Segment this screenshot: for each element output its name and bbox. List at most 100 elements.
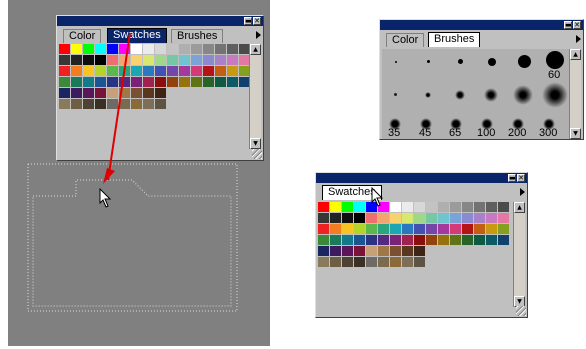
color-swatch[interactable] bbox=[414, 246, 426, 257]
brush-hard-9[interactable] bbox=[488, 58, 496, 66]
color-swatch[interactable] bbox=[342, 213, 354, 224]
color-swatch[interactable] bbox=[378, 235, 390, 246]
color-swatch[interactable] bbox=[354, 257, 366, 268]
color-swatch[interactable] bbox=[450, 235, 462, 246]
color-swatch[interactable] bbox=[426, 213, 438, 224]
color-swatch[interactable] bbox=[450, 213, 462, 224]
resize-grip-icon[interactable] bbox=[516, 306, 526, 316]
color-swatch[interactable] bbox=[354, 224, 366, 235]
brush-hard-3[interactable] bbox=[427, 60, 430, 63]
color-swatch[interactable] bbox=[318, 213, 330, 224]
brush-soft-1[interactable] bbox=[394, 93, 397, 96]
color-swatch[interactable] bbox=[354, 202, 366, 213]
minimize-button[interactable]: ▬ bbox=[508, 174, 516, 182]
brush-soft-13[interactable] bbox=[484, 88, 498, 102]
color-swatch[interactable] bbox=[378, 213, 390, 224]
color-swatch[interactable] bbox=[498, 224, 510, 235]
color-swatch[interactable] bbox=[402, 202, 414, 213]
vertical-scrollbar[interactable]: ▲ ▼ bbox=[569, 49, 581, 139]
brush-soft-9[interactable] bbox=[455, 90, 465, 100]
color-swatch[interactable] bbox=[318, 224, 330, 235]
brush-hard-1[interactable] bbox=[395, 61, 397, 63]
color-swatch[interactable] bbox=[390, 246, 402, 257]
color-swatch[interactable] bbox=[486, 224, 498, 235]
color-swatch[interactable] bbox=[342, 235, 354, 246]
color-swatch[interactable] bbox=[366, 235, 378, 246]
color-swatch[interactable] bbox=[378, 224, 390, 235]
palette-menu-arrow-icon[interactable] bbox=[520, 188, 525, 196]
color-swatch[interactable] bbox=[342, 224, 354, 235]
color-swatch[interactable] bbox=[414, 202, 426, 213]
color-swatch[interactable] bbox=[318, 202, 330, 213]
color-swatch[interactable] bbox=[426, 224, 438, 235]
color-swatch[interactable] bbox=[330, 224, 342, 235]
color-swatch[interactable] bbox=[354, 235, 366, 246]
swatch-grid[interactable] bbox=[318, 202, 510, 268]
color-swatch[interactable] bbox=[330, 213, 342, 224]
color-swatch[interactable] bbox=[426, 202, 438, 213]
color-swatch[interactable] bbox=[462, 235, 474, 246]
color-swatch[interactable] bbox=[462, 213, 474, 224]
color-swatch[interactable] bbox=[318, 235, 330, 246]
color-swatch[interactable] bbox=[438, 202, 450, 213]
scroll-up-button[interactable]: ▲ bbox=[514, 202, 525, 213]
brushes-palette[interactable]: ▬ ✕ Color Brushes 60 35 45 65 100 200 30… bbox=[379, 19, 584, 140]
color-swatch[interactable] bbox=[474, 224, 486, 235]
color-swatch[interactable] bbox=[402, 257, 414, 268]
color-swatch[interactable] bbox=[366, 257, 378, 268]
swatches-palette-right[interactable]: ▬ ✕ Swatches ▲ ▼ bbox=[315, 172, 528, 318]
brush-grid[interactable]: 60 35 45 65 100 200 300 bbox=[382, 49, 569, 139]
color-swatch[interactable] bbox=[498, 202, 510, 213]
color-swatch[interactable] bbox=[390, 224, 402, 235]
color-swatch[interactable] bbox=[498, 213, 510, 224]
color-swatch[interactable] bbox=[474, 213, 486, 224]
tab-color[interactable]: Color bbox=[386, 33, 425, 47]
color-swatch[interactable] bbox=[342, 257, 354, 268]
color-swatch[interactable] bbox=[438, 224, 450, 235]
color-swatch[interactable] bbox=[366, 246, 378, 257]
color-swatch[interactable] bbox=[378, 246, 390, 257]
color-swatch[interactable] bbox=[342, 246, 354, 257]
color-swatch[interactable] bbox=[354, 213, 366, 224]
color-swatch[interactable] bbox=[450, 202, 462, 213]
brush-soft-21[interactable] bbox=[542, 82, 568, 108]
minimize-button[interactable]: ▬ bbox=[564, 21, 572, 29]
color-swatch[interactable] bbox=[366, 224, 378, 235]
color-swatch[interactable] bbox=[402, 213, 414, 224]
color-swatch[interactable] bbox=[366, 213, 378, 224]
color-swatch[interactable] bbox=[462, 202, 474, 213]
scroll-down-button[interactable]: ▼ bbox=[570, 128, 581, 139]
color-swatch[interactable] bbox=[486, 235, 498, 246]
brush-soft-5[interactable] bbox=[425, 92, 431, 98]
color-swatch[interactable] bbox=[438, 213, 450, 224]
color-swatch[interactable] bbox=[402, 224, 414, 235]
color-swatch[interactable] bbox=[390, 257, 402, 268]
color-swatch[interactable] bbox=[414, 235, 426, 246]
brush-hard-13[interactable] bbox=[518, 55, 531, 68]
color-swatch[interactable] bbox=[474, 202, 486, 213]
scroll-up-button[interactable]: ▲ bbox=[570, 49, 581, 60]
brush-hard-5[interactable] bbox=[458, 59, 463, 64]
color-swatch[interactable] bbox=[486, 202, 498, 213]
palette-menu-arrow-icon[interactable] bbox=[576, 35, 581, 43]
color-swatch[interactable] bbox=[330, 257, 342, 268]
color-swatch[interactable] bbox=[462, 224, 474, 235]
close-button[interactable]: ✕ bbox=[517, 174, 525, 182]
color-swatch[interactable] bbox=[414, 224, 426, 235]
color-swatch[interactable] bbox=[330, 202, 342, 213]
color-swatch[interactable] bbox=[342, 202, 354, 213]
color-swatch[interactable] bbox=[402, 246, 414, 257]
color-swatch[interactable] bbox=[318, 257, 330, 268]
brush-hard-60[interactable] bbox=[546, 51, 564, 69]
color-swatch[interactable] bbox=[426, 235, 438, 246]
vertical-scrollbar[interactable]: ▲ ▼ bbox=[513, 202, 525, 307]
color-swatch[interactable] bbox=[390, 213, 402, 224]
color-swatch[interactable] bbox=[414, 257, 426, 268]
color-swatch[interactable] bbox=[486, 213, 498, 224]
color-swatch[interactable] bbox=[318, 246, 330, 257]
color-swatch[interactable] bbox=[390, 235, 402, 246]
color-swatch[interactable] bbox=[390, 202, 402, 213]
color-swatch[interactable] bbox=[474, 235, 486, 246]
close-button[interactable]: ✕ bbox=[573, 21, 581, 29]
color-swatch[interactable] bbox=[438, 235, 450, 246]
